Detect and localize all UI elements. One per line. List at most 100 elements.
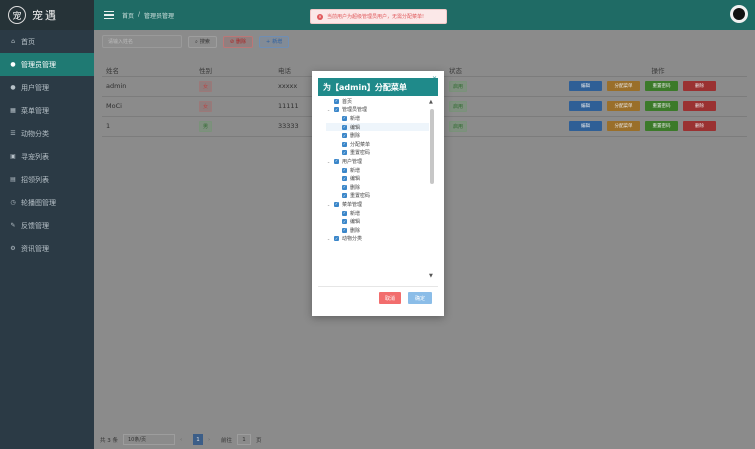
goto-page-input[interactable]: 1: [237, 434, 252, 445]
delete-button[interactable]: 删除: [683, 101, 716, 111]
checkbox-checked-icon[interactable]: ✓: [334, 158, 339, 164]
breadcrumb-home[interactable]: 首页: [122, 11, 134, 20]
expand-caret-icon[interactable]: ⌄: [326, 107, 331, 112]
plus-icon: +: [266, 38, 271, 45]
expand-caret-icon[interactable]: ⌄: [326, 202, 331, 207]
tree-node[interactable]: ✓ 编辑: [326, 217, 429, 226]
confirm-button[interactable]: 确定: [408, 292, 432, 304]
tree-scrollbar[interactable]: ▲ ▼: [429, 99, 434, 279]
sidebar-item-label: 用户管理: [21, 83, 49, 92]
avatar[interactable]: [730, 5, 748, 23]
checkbox-checked-icon[interactable]: ✓: [334, 98, 339, 104]
tree-node-label: 动物分类: [342, 236, 363, 243]
checkbox-checked-icon[interactable]: ✓: [342, 184, 347, 190]
tree-node[interactable]: ⌄ ✓ 动物分类: [326, 235, 429, 244]
tree-node[interactable]: ✓ 分配菜单: [326, 140, 429, 149]
checkbox-checked-icon[interactable]: ✓: [342, 141, 347, 147]
tree-node-label: 删除: [350, 227, 361, 234]
menu-toggle-icon[interactable]: [104, 10, 114, 20]
col-gender: 性别: [195, 64, 274, 77]
delete-button[interactable]: 删除: [683, 121, 716, 131]
delete-button[interactable]: 删除: [683, 81, 716, 91]
sidebar-item-label: 反馈管理: [21, 221, 49, 230]
tree-node[interactable]: ✓ 编辑: [326, 174, 429, 183]
cell-name: MoCi: [102, 96, 195, 117]
checkbox-checked-icon[interactable]: ✓: [342, 150, 347, 156]
scrollbar-thumb[interactable]: [430, 109, 434, 184]
cancel-button[interactable]: 取消: [379, 292, 401, 304]
tree-node[interactable]: ✓ 重置密码: [326, 192, 429, 201]
next-page-icon[interactable]: ›: [208, 437, 216, 443]
sidebar-item-label: 动物分类: [21, 129, 49, 138]
checkbox-checked-icon[interactable]: ✓: [342, 124, 347, 130]
tree-node-label: 新增: [350, 210, 361, 217]
checkbox-checked-icon[interactable]: ✓: [342, 227, 347, 233]
sidebar-item-label: 资讯管理: [21, 244, 49, 253]
doc-icon: ▤: [10, 176, 16, 183]
scroll-up-icon[interactable]: ▲: [429, 99, 433, 105]
assign-menu-button[interactable]: 分配菜单: [607, 81, 640, 91]
total-count: 共 3 条: [100, 437, 118, 444]
checkbox-checked-icon[interactable]: ✓: [342, 210, 347, 216]
prev-page-icon[interactable]: ‹: [180, 437, 188, 443]
cell-status: 启用: [445, 96, 565, 117]
sidebar-item-4[interactable]: ☰ 动物分类: [0, 122, 94, 145]
checkbox-checked-icon[interactable]: ✓: [342, 115, 347, 121]
sidebar-item-8[interactable]: ✎ 反馈管理: [0, 214, 94, 237]
tree-node[interactable]: ✓ 新增: [326, 114, 429, 123]
search-button-label: 搜索: [199, 39, 210, 45]
tree-node[interactable]: ✓ 删除: [326, 183, 429, 192]
tree-node[interactable]: ✓ 重置密码: [326, 149, 429, 158]
sidebar-item-3[interactable]: ▦ 菜单管理: [0, 99, 94, 122]
tree-node[interactable]: ✓ 删除: [326, 131, 429, 140]
checkbox-checked-icon[interactable]: ✓: [334, 107, 339, 113]
tree-node[interactable]: ✓ 新增: [326, 166, 429, 175]
checkbox-checked-icon[interactable]: ✓: [342, 219, 347, 225]
edit-button[interactable]: 编辑: [569, 121, 602, 131]
sidebar-item-0[interactable]: ⌂ 首页: [0, 30, 94, 53]
tree-node[interactable]: ⌄ ✓ 用户管理: [326, 157, 429, 166]
sidebar-item-7[interactable]: ◷ 轮播图管理: [0, 191, 94, 214]
reset-password-button[interactable]: 重置密码: [645, 121, 678, 131]
expand-caret-icon[interactable]: ⌄: [326, 159, 331, 164]
tree-node-label: 编辑: [350, 124, 361, 131]
edit-button[interactable]: 编辑: [569, 101, 602, 111]
checkbox-checked-icon[interactable]: ✓: [342, 176, 347, 182]
checkbox-checked-icon[interactable]: ✓: [342, 133, 347, 139]
add-button[interactable]: + 新增: [259, 35, 290, 48]
tree-node[interactable]: ✓ 新增: [326, 209, 429, 218]
page-number-current[interactable]: 1: [193, 434, 203, 445]
cell-name: 1: [102, 116, 195, 137]
scroll-down-icon[interactable]: ▼: [429, 273, 433, 279]
tree-node[interactable]: ✓ 编辑: [326, 122, 429, 132]
goto-label: 前往: [221, 437, 233, 444]
sidebar-item-9[interactable]: ⚙ 资讯管理: [0, 237, 94, 260]
sidebar-item-label: 首页: [21, 37, 35, 46]
status-tag: 启用: [449, 120, 468, 132]
batch-delete-button[interactable]: ⊘ 删除: [222, 35, 254, 48]
close-icon[interactable]: ×: [432, 75, 437, 82]
tree-node[interactable]: ⌄ ✓ 管理员管理: [326, 106, 429, 115]
tree-node[interactable]: ✓ 删除: [326, 226, 429, 235]
tree-node[interactable]: ✓ 首页: [326, 97, 429, 106]
assign-menu-button[interactable]: 分配菜单: [607, 121, 640, 131]
checkbox-checked-icon[interactable]: ✓: [334, 201, 339, 207]
assign-menu-button[interactable]: 分配菜单: [607, 101, 640, 111]
search-button[interactable]: ⌕ 搜索: [188, 35, 217, 48]
sidebar-item-5[interactable]: ▣ 寻宠列表: [0, 145, 94, 168]
edit-button[interactable]: 编辑: [569, 81, 602, 91]
checkbox-checked-icon[interactable]: ✓: [334, 236, 339, 242]
sidebar-item-6[interactable]: ▤ 招领列表: [0, 168, 94, 191]
search-input[interactable]: 请输入姓名: [102, 35, 182, 48]
reset-password-button[interactable]: 重置密码: [645, 81, 678, 91]
toast-text: 当前用户为超级管理员用户，无需分配菜单!: [327, 14, 425, 20]
sidebar-item-2[interactable]: ● 用户管理: [0, 76, 94, 99]
reset-password-button[interactable]: 重置密码: [645, 101, 678, 111]
tree-node[interactable]: ⌄ ✓ 菜单管理: [326, 200, 429, 209]
page-size-select[interactable]: 10条/页: [123, 434, 175, 445]
expand-caret-icon[interactable]: ⌄: [326, 236, 331, 241]
checkbox-checked-icon[interactable]: ✓: [342, 193, 347, 199]
tree-node-label: 菜单管理: [342, 201, 363, 208]
checkbox-checked-icon[interactable]: ✓: [342, 167, 347, 173]
sidebar-item-1[interactable]: ● 管理员管理: [0, 53, 94, 76]
